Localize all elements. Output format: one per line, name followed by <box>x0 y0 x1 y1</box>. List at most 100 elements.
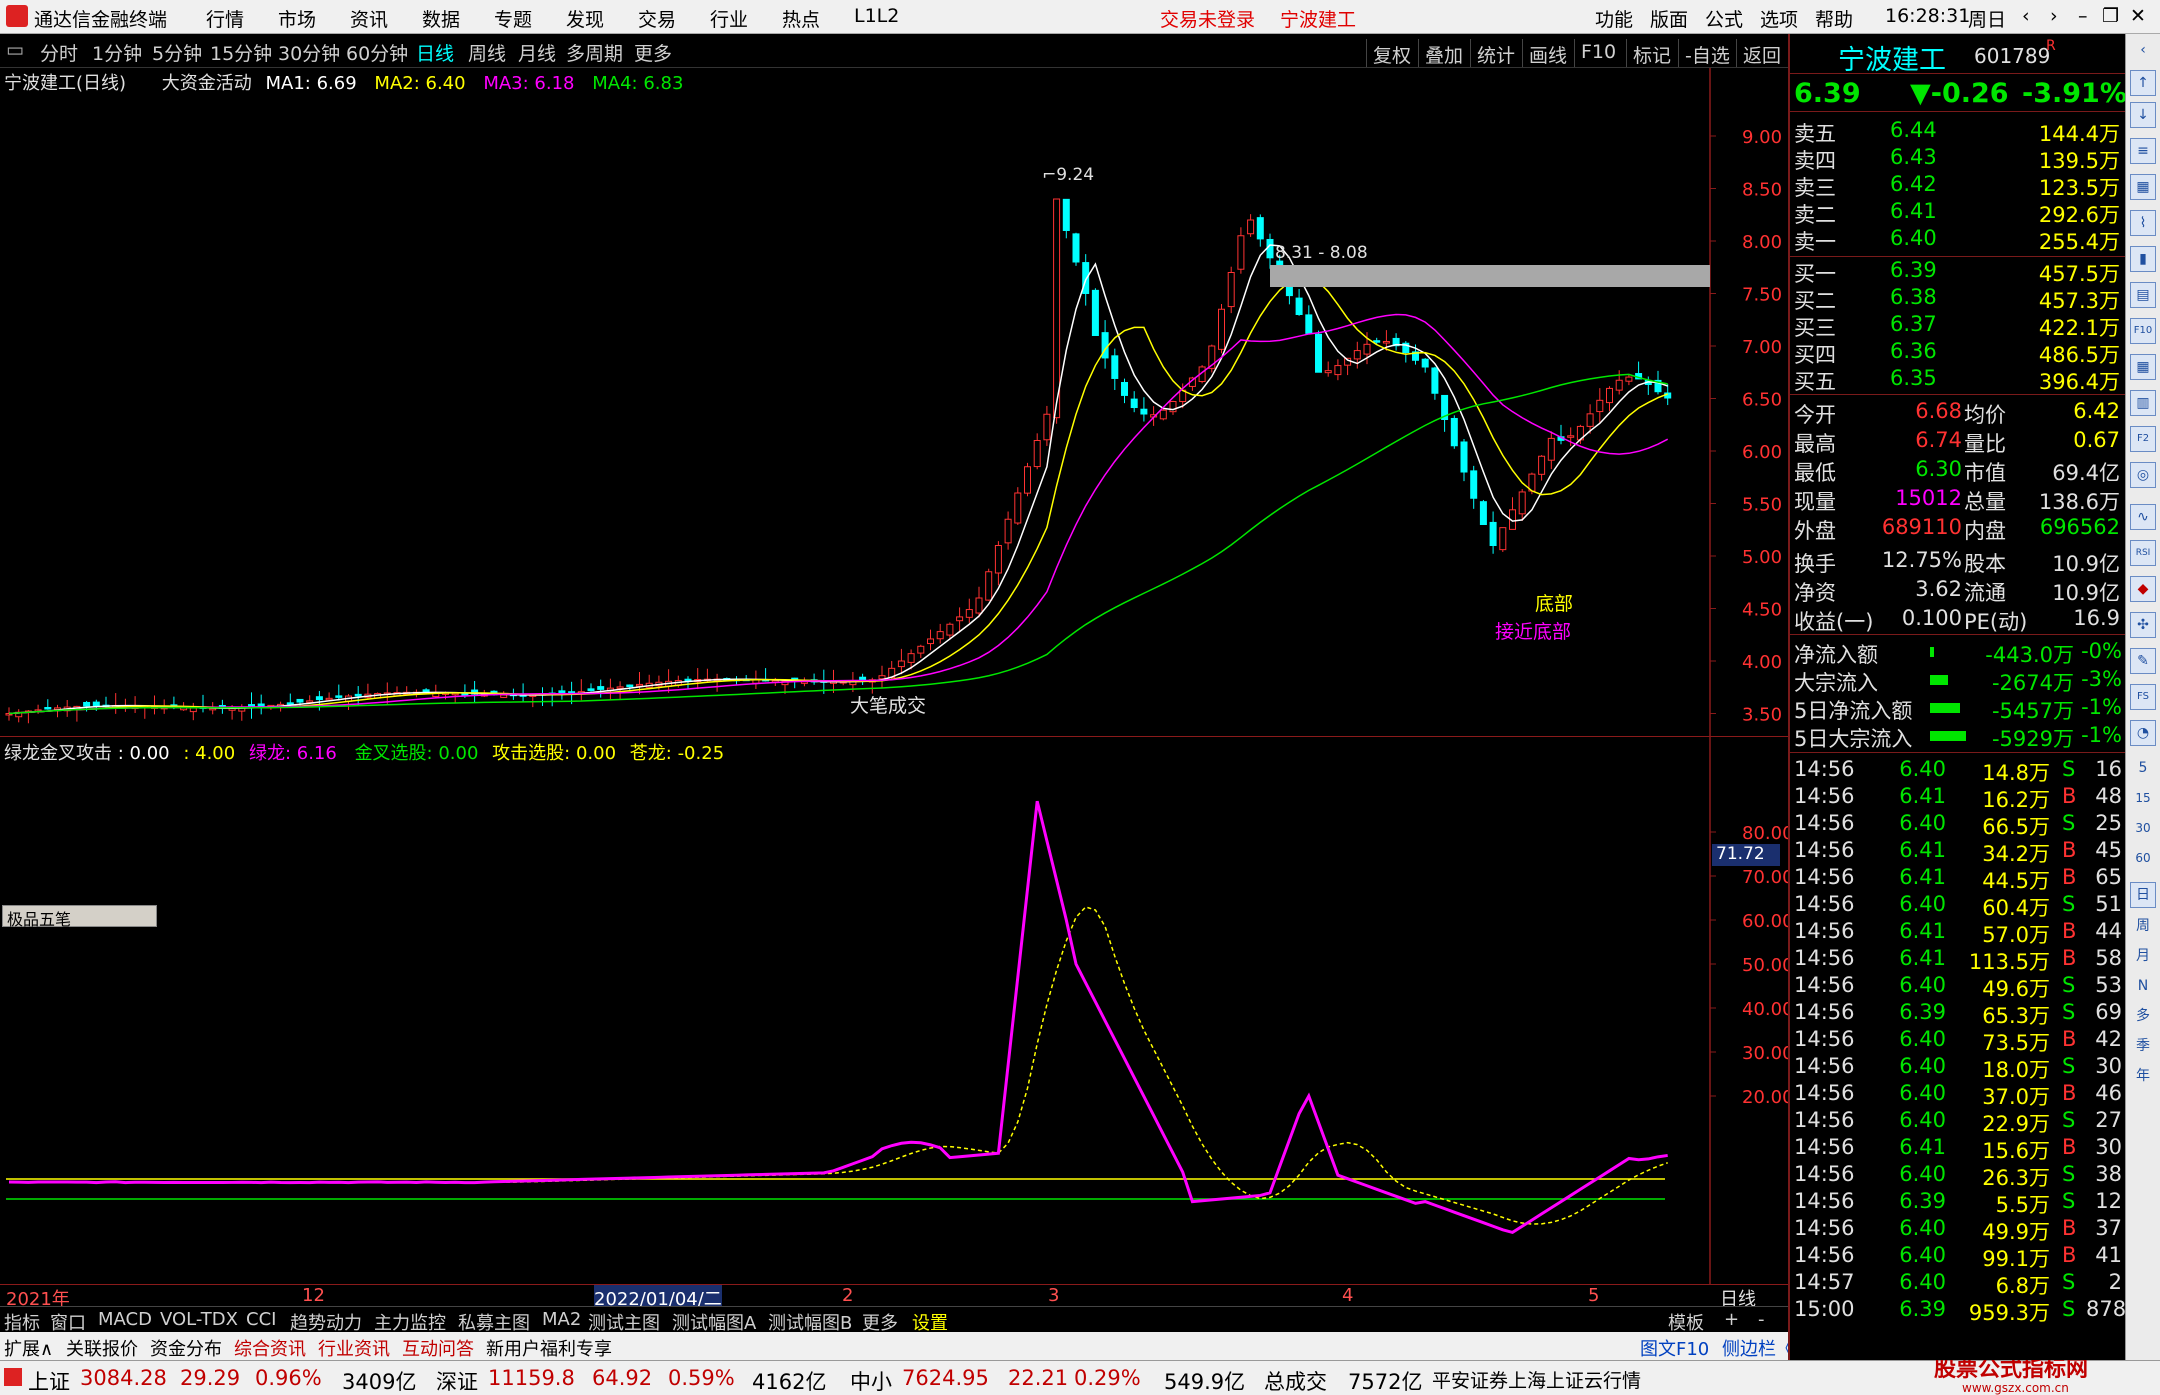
down-icon[interactable]: ↓ <box>2130 102 2156 128</box>
fs-icon[interactable]: FS <box>2130 684 2156 710</box>
quote-stock-name[interactable]: 宁波建工 <box>1838 38 1946 77</box>
tick-list[interactable]: 14:56 6.40 14.8万 S 16 14:56 6.41 16.2万 B 48 14:56 6… <box>1790 752 2127 1360</box>
tab2-f10[interactable]: 图文F10 <box>1640 1335 1709 1361</box>
menu-faxian[interactable]: 发现 <box>566 5 604 32</box>
menu-jiaoyi[interactable]: 交易 <box>638 5 676 32</box>
grid-icon[interactable]: ▦ <box>2130 354 2156 380</box>
period-day-icon[interactable]: 日 <box>2130 882 2156 908</box>
tab-vol[interactable]: VOL-TDX <box>160 1309 238 1330</box>
maximize-icon[interactable]: ❐ <box>2102 5 2119 27</box>
list-icon[interactable]: ≡ <box>2130 138 2156 164</box>
wave-icon[interactable]: ∿ <box>2130 504 2156 530</box>
menu-zhuanti[interactable]: 专题 <box>494 5 532 32</box>
tick-row[interactable]: 14:56 6.41 57.0万 B 44 <box>1790 919 2127 947</box>
shield-icon[interactable]: ◆ <box>2130 576 2156 602</box>
menu-bangzhu[interactable]: 帮助 <box>1815 5 1853 32</box>
tick-row[interactable]: 14:56 6.39 65.3万 S 69 <box>1790 1000 2127 1028</box>
tab2-zijin[interactable]: 资金分布 <box>150 1335 222 1361</box>
tab2-expand[interactable]: 扩展∧ <box>4 1335 53 1361</box>
tab-cci[interactable]: CCI <box>246 1309 276 1330</box>
tab2-hangye[interactable]: 行业资讯 <box>318 1335 390 1361</box>
table-icon[interactable]: ▦ <box>2130 174 2156 200</box>
tick-row[interactable]: 14:57 6.40 6.8万 S 2 <box>1790 1270 2127 1298</box>
num60-icon[interactable]: 60 <box>2130 846 2156 872</box>
period-multi[interactable]: 多周期 <box>566 39 623 66</box>
tick-row[interactable]: 14:56 6.40 66.5万 S 25 <box>1790 811 2127 839</box>
tick-row[interactable]: 14:56 6.40 49.9万 B 37 <box>1790 1216 2127 1244</box>
move-icon[interactable]: ✣ <box>2130 612 2156 638</box>
tab2-hudong[interactable]: 互动问答 <box>402 1335 474 1361</box>
period-1min[interactable]: 1分钟 <box>92 39 142 66</box>
asks-row[interactable]: 卖二 6.41 292.6万 <box>1790 199 2127 227</box>
bids-row[interactable]: 买五 6.35 396.4万 <box>1790 366 2127 394</box>
tick-row[interactable]: 14:56 6.40 49.6万 S 53 <box>1790 973 2127 1001</box>
menu-xuanxiang[interactable]: 选项 <box>1760 5 1798 32</box>
period-week-icon[interactable]: 周 <box>2130 914 2156 940</box>
tab-ma2[interactable]: MA2 <box>542 1309 581 1330</box>
bar-icon[interactable]: ▥ <box>2130 390 2156 416</box>
line-chart-icon[interactable]: ⌇ <box>2130 210 2156 236</box>
tick-row[interactable]: 14:56 6.40 18.0万 S 30 <box>1790 1054 2127 1082</box>
kline-icon[interactable]: ▮ <box>2130 246 2156 272</box>
tick-row[interactable]: 14:56 6.41 34.2万 B 45 <box>1790 838 2127 866</box>
close-icon[interactable]: ✕ <box>2130 5 2146 27</box>
back-icon[interactable]: ‹ <box>2022 5 2030 27</box>
toolbar-zixuan[interactable]: -自选 <box>1678 39 1736 67</box>
toolbar-fuquan[interactable]: 复权 <box>1366 39 1417 67</box>
login-status[interactable]: 交易未登录 <box>1160 5 1255 32</box>
tick-row[interactable]: 14:56 6.41 113.5万 B 58 <box>1790 946 2127 974</box>
menu-hangye[interactable]: 行业 <box>710 5 748 32</box>
zx-label[interactable]: 中小 <box>850 1366 892 1395</box>
period-30min[interactable]: 30分钟 <box>278 39 340 66</box>
toolbar-f10[interactable]: F10 <box>1574 39 1622 67</box>
sub-chart-panel[interactable]: 绿龙金叉攻击 : 0.00 : 4.00 绿龙: 6.16 金叉选股: 0.00… <box>0 736 1788 1285</box>
tick-row[interactable]: 15:00 6.39 959.3万 S 878 <box>1790 1297 2127 1325</box>
tab2-fuli[interactable]: 新用户福利专享 <box>486 1335 612 1361</box>
bids-row[interactable]: 买四 6.36 486.5万 <box>1790 339 2127 367</box>
up-icon[interactable]: ↑ <box>2130 70 2156 96</box>
tick-row[interactable]: 14:56 6.41 16.2万 B 48 <box>1790 784 2127 812</box>
toolbar-diejia[interactable]: 叠加 <box>1418 39 1469 67</box>
period-weekly[interactable]: 周线 <box>468 39 506 66</box>
pen-icon[interactable]: ✎ <box>2130 648 2156 674</box>
kline-chart[interactable]: 9.00 8.50 8.00 7.50 7.00 6.50 6.00 5.50 5.00 4.50… <box>0 68 1788 736</box>
asks-row[interactable]: 卖一 6.40 255.4万 <box>1790 226 2127 254</box>
period-15min[interactable]: 15分钟 <box>210 39 272 66</box>
f10-icon[interactable]: F10 <box>2130 318 2156 344</box>
toolbar-biaoji[interactable]: 标记 <box>1626 39 1677 67</box>
asks-row[interactable]: 卖三 6.42 123.5万 <box>1790 172 2127 200</box>
menu-gongneng[interactable]: 功能 <box>1595 5 1633 32</box>
forward-icon[interactable]: › <box>2050 5 2058 27</box>
menu-l1l2[interactable]: L1L2 <box>854 5 899 27</box>
period-n-icon[interactable]: N <box>2130 974 2156 1000</box>
tab-remove[interactable]: - <box>1758 1309 1765 1330</box>
period-monthly[interactable]: 月线 <box>518 39 556 66</box>
period-more[interactable]: 更多 <box>634 39 672 66</box>
tick-row[interactable]: 14:56 6.41 15.6万 B 30 <box>1790 1135 2127 1163</box>
period-5min[interactable]: 5分钟 <box>152 39 202 66</box>
period-multi-icon[interactable]: 多 <box>2130 1004 2156 1030</box>
menu-banmian[interactable]: 版面 <box>1650 5 1688 32</box>
toolbar-tongji[interactable]: 统计 <box>1470 39 1521 67</box>
period-60min[interactable]: 60分钟 <box>346 39 408 66</box>
menu-redian[interactable]: 热点 <box>782 5 820 32</box>
period-fenshi[interactable]: 分时 <box>40 39 78 66</box>
period-quarter-icon[interactable]: 季 <box>2130 1034 2156 1060</box>
tick-row[interactable]: 14:56 6.40 22.9万 S 27 <box>1790 1108 2127 1136</box>
menu-shichang[interactable]: 市场 <box>278 5 316 32</box>
tick-row[interactable]: 14:56 6.40 60.4万 S 51 <box>1790 892 2127 920</box>
tick-row[interactable]: 14:56 6.39 5.5万 S 12 <box>1790 1189 2127 1217</box>
tab2-zonghe[interactable]: 综合资讯 <box>234 1335 306 1361</box>
report-icon[interactable]: ▤ <box>2130 282 2156 308</box>
tick-row[interactable]: 14:56 6.41 44.5万 B 65 <box>1790 865 2127 893</box>
sz-label[interactable]: 深证 <box>436 1366 478 1395</box>
toolbar-huaxian[interactable]: 画线 <box>1522 39 1573 67</box>
menu-icon[interactable]: ▭ <box>6 39 24 61</box>
period-year-icon[interactable]: 年 <box>2130 1064 2156 1090</box>
bids-row[interactable]: 买一 6.39 457.5万 <box>1790 258 2127 286</box>
minimize-icon[interactable]: – <box>2078 5 2088 27</box>
tab-add[interactable]: + <box>1724 1309 1739 1330</box>
tab2-guanlian[interactable]: 关联报价 <box>66 1335 138 1361</box>
tick-row[interactable]: 14:56 6.40 99.1万 B 41 <box>1790 1243 2127 1271</box>
f2-icon[interactable]: F2 <box>2130 426 2156 452</box>
